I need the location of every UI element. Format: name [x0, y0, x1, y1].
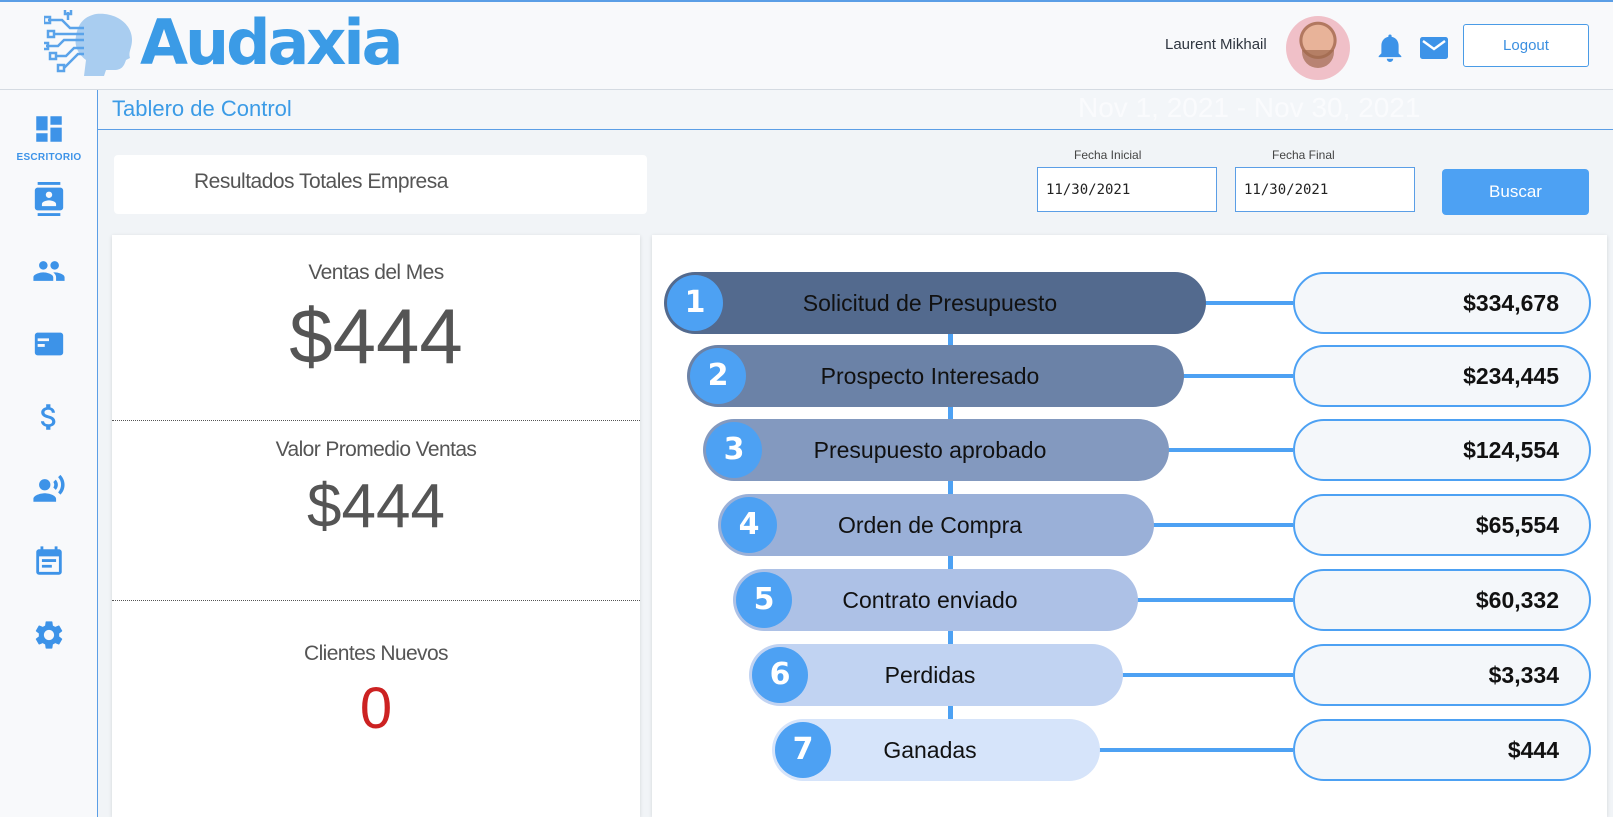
funnel-value-pill: $65,554: [1293, 494, 1591, 556]
funnel-connector: [1096, 748, 1293, 752]
funnel-value: $65,554: [1475, 512, 1559, 538]
card-icon: [34, 332, 64, 356]
funnel-value: $444: [1507, 737, 1559, 763]
funnel-connector: [1202, 301, 1293, 305]
funnel-stage-number: 5: [736, 572, 792, 628]
funnel-value: $124,554: [1463, 437, 1559, 463]
sidebar-item-people[interactable]: [0, 254, 98, 288]
sidebar-item-label: ESCRITORIO: [16, 152, 82, 163]
circuit-head-logo-icon: [44, 10, 132, 76]
date-range-watermark: Nov 1, 2021 - Nov 30, 2021: [1078, 92, 1421, 123]
new-clients-value: 0: [359, 676, 393, 741]
sidebar-item-contacts[interactable]: [0, 182, 98, 216]
end-date-group: Fecha Final: [1235, 148, 1415, 212]
funnel-connector: [1134, 598, 1293, 602]
funnel-stage-number: 1: [667, 275, 723, 331]
avg-sales-stat: Valor Promedio Ventas $444: [112, 438, 640, 538]
sidebar-item-voice[interactable]: [0, 472, 98, 506]
funnel-connector: [1119, 673, 1293, 677]
funnel-stage-number: 6: [752, 647, 808, 703]
brand-logo[interactable]: Audaxia: [44, 6, 403, 79]
new-clients-stat: Clientes Nuevos 0: [112, 642, 640, 738]
funnel-stage[interactable]: Orden de Compra 4: [718, 494, 1154, 556]
funnel-value-pill: $3,334: [1293, 644, 1591, 706]
company-label: Resultados Totales Empresa: [194, 170, 448, 193]
new-clients-label: Clientes Nuevos: [304, 642, 449, 665]
gear-icon: [35, 621, 63, 649]
logout-button[interactable]: Logout: [1463, 24, 1589, 67]
funnel-connector: [1150, 523, 1293, 527]
funnel-stage[interactable]: Perdidas 6: [749, 644, 1123, 706]
divider: [112, 600, 640, 601]
end-date-field[interactable]: [1235, 167, 1415, 212]
sidebar-item-finance[interactable]: [0, 400, 98, 434]
funnel-value-pill: $234,445: [1293, 345, 1591, 407]
sidebar-item-calendar[interactable]: [0, 545, 98, 579]
funnel-value-pill: $444: [1293, 719, 1591, 781]
brand-name: Audaxia: [140, 6, 403, 79]
page-title: Tablero de Control: [112, 96, 292, 121]
start-date-label: Fecha Inicial: [1074, 148, 1142, 162]
funnel-stage[interactable]: Presupuesto aprobado 3: [703, 419, 1169, 481]
funnel-value: $60,332: [1475, 587, 1559, 613]
voice-user-icon: [33, 474, 65, 502]
start-date-group: Fecha Inicial: [1037, 148, 1217, 212]
dashboard-icon: [36, 116, 62, 142]
user-name: Laurent Mikhail: [1165, 36, 1267, 53]
people-icon: [33, 261, 65, 281]
sidebar-item-cards[interactable]: [0, 327, 98, 361]
funnel-stage[interactable]: Prospecto Interesado 2: [687, 345, 1184, 407]
avg-sales-label: Valor Promedio Ventas: [275, 438, 477, 461]
bell-icon[interactable]: [1377, 34, 1403, 62]
sidebar-item-settings[interactable]: [0, 618, 98, 652]
funnel-value: $234,445: [1463, 363, 1559, 389]
avatar[interactable]: [1286, 16, 1350, 80]
sidebar-item-escritorio[interactable]: ESCRITORIO: [0, 112, 98, 163]
calendar-note-icon: [36, 546, 62, 575]
sidebar: ESCRITORIO: [0, 90, 98, 817]
funnel-value-pill: $124,554: [1293, 419, 1591, 481]
funnel-connector: [1180, 374, 1293, 378]
stats-card: Ventas del Mes $444 Valor Promedio Venta…: [112, 235, 640, 817]
funnel-stage-number: 2: [690, 348, 746, 404]
contact-card-icon: [34, 182, 64, 216]
sales-month-stat: Ventas del Mes $444: [112, 261, 640, 375]
funnel-stage[interactable]: Ganadas 7: [772, 719, 1100, 781]
funnel-connector: [1165, 448, 1293, 452]
funnel-stage-number: 4: [721, 497, 777, 553]
funnel-stage[interactable]: Contrato enviado 5: [733, 569, 1138, 631]
funnel-stage-number: 7: [775, 722, 831, 778]
search-button[interactable]: Buscar: [1442, 169, 1589, 215]
funnel-value: $334,678: [1463, 290, 1559, 316]
avg-sales-value: $444: [307, 472, 445, 541]
mail-icon[interactable]: [1420, 37, 1448, 59]
funnel-value-pill: $60,332: [1293, 569, 1591, 631]
sales-month-label: Ventas del Mes: [308, 261, 444, 284]
end-date-label: Fecha Final: [1272, 148, 1335, 162]
divider: [112, 420, 640, 421]
top-header: Audaxia Laurent Mikhail Logout: [0, 0, 1613, 90]
funnel-stage[interactable]: Solicitud de Presupuesto 1: [664, 272, 1206, 334]
funnel-stage-number: 3: [706, 422, 762, 478]
funnel-value: $3,334: [1488, 662, 1559, 688]
funnel-value-pill: $334,678: [1293, 272, 1591, 334]
company-selector[interactable]: Resultados Totales Empresa: [114, 155, 647, 214]
sales-month-value: $444: [289, 292, 463, 380]
title-bar: Tablero de Control Nov 1, 2021 - Nov 30,…: [98, 90, 1613, 130]
start-date-field[interactable]: [1037, 167, 1217, 212]
dollar-icon: [40, 404, 56, 430]
